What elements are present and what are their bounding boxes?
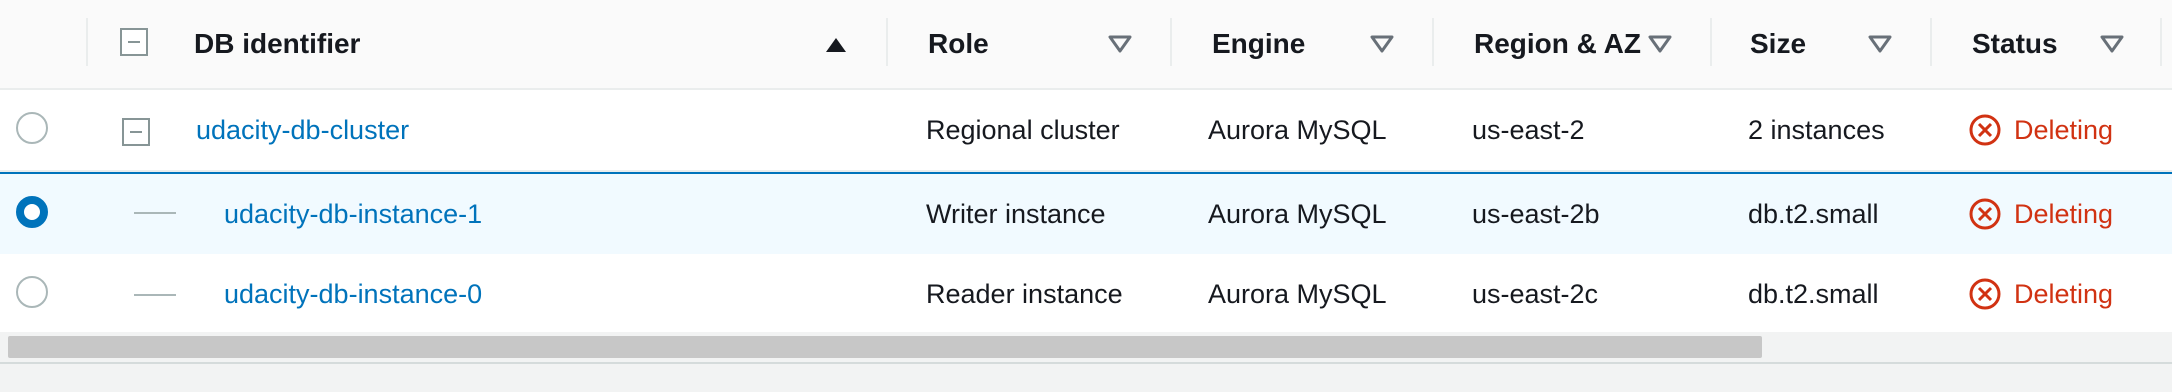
tree-connector [134, 294, 176, 296]
table-row[interactable]: udacity-db-instance-1 Writer instance Au… [0, 172, 2172, 256]
row-select-radio[interactable] [16, 112, 48, 144]
scrollbar-thumb[interactable] [8, 336, 1762, 358]
column-header-region-az[interactable]: Region & AZ [1474, 0, 1641, 88]
sort-icon[interactable] [1364, 26, 1400, 62]
status-cell: Deleting [1968, 90, 2113, 170]
role-cell: Writer instance [926, 198, 1106, 229]
engine-cell: Aurora MySQL [1208, 198, 1387, 229]
tree-connector [134, 212, 176, 214]
row-select-radio[interactable] [16, 196, 48, 228]
region-cell: us-east-2 [1472, 114, 1585, 145]
region-cell: us-east-2c [1472, 278, 1599, 309]
collapse-all-icon[interactable] [120, 28, 148, 56]
size-cell: db.t2.small [1748, 278, 1879, 309]
table-header: DB identifier Role Engine Region & AZ Si… [0, 0, 2172, 90]
sort-ascending-icon[interactable] [818, 26, 854, 62]
table-row[interactable]: udacity-db-instance-0 Reader instance Au… [0, 254, 2172, 336]
status-label: Deleting [2014, 278, 2114, 309]
collapse-icon[interactable] [122, 118, 150, 146]
db-identifier-link[interactable]: udacity-db-cluster [196, 90, 409, 170]
engine-cell: Aurora MySQL [1208, 278, 1387, 309]
sort-icon[interactable] [2094, 26, 2130, 62]
status-cell: Deleting [1968, 254, 2113, 334]
status-label: Deleting [2014, 198, 2114, 229]
db-identifier-link[interactable]: udacity-db-instance-0 [224, 254, 482, 334]
column-divider[interactable] [2160, 18, 2162, 66]
table-row[interactable]: udacity-db-cluster Regional cluster Auro… [0, 90, 2172, 172]
column-divider[interactable] [1170, 18, 1172, 66]
row-select-radio[interactable] [16, 276, 48, 308]
column-header-size[interactable]: Size [1750, 0, 1806, 88]
x-circle-icon [1969, 114, 2001, 146]
column-header-engine[interactable]: Engine [1212, 0, 1305, 88]
sort-icon[interactable] [1102, 26, 1138, 62]
x-circle-icon [1969, 278, 2001, 310]
column-header-status[interactable]: Status [1972, 0, 2058, 88]
column-divider[interactable] [1432, 18, 1434, 66]
engine-cell: Aurora MySQL [1208, 114, 1387, 145]
region-cell: us-east-2b [1472, 198, 1600, 229]
column-header-db-identifier[interactable]: DB identifier [194, 0, 360, 88]
sort-icon[interactable] [1862, 26, 1898, 62]
column-header-role[interactable]: Role [928, 0, 989, 88]
horizontal-scrollbar[interactable] [0, 332, 2172, 362]
x-circle-icon [1969, 198, 2001, 230]
column-divider[interactable] [886, 18, 888, 66]
role-cell: Regional cluster [926, 114, 1120, 145]
db-identifier-link[interactable]: udacity-db-instance-1 [224, 174, 482, 254]
column-divider[interactable] [1930, 18, 1932, 66]
status-label: Deleting [2014, 114, 2114, 145]
status-cell: Deleting [1968, 174, 2113, 254]
role-cell: Reader instance [926, 278, 1123, 309]
column-divider[interactable] [1710, 18, 1712, 66]
table-footer-area [0, 362, 2172, 392]
column-divider [86, 18, 88, 66]
sort-icon[interactable] [1642, 26, 1678, 62]
size-cell: db.t2.small [1748, 198, 1879, 229]
size-cell: 2 instances [1748, 114, 1885, 145]
